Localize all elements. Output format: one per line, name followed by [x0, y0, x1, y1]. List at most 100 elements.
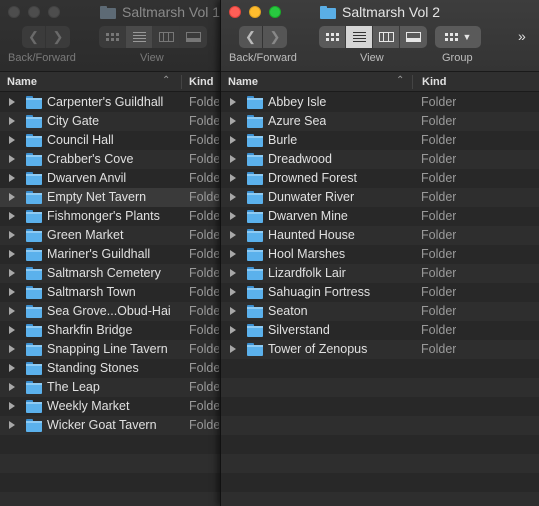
list-view-button[interactable] — [346, 26, 373, 48]
gallery-view-button[interactable] — [400, 26, 427, 48]
icon-view-button[interactable] — [319, 26, 346, 48]
disclosure-triangle-icon[interactable] — [230, 288, 236, 296]
disclosure-triangle-icon[interactable] — [230, 98, 236, 106]
list-item[interactable]: Drowned Forest Folder — [221, 169, 539, 188]
disclosure-triangle-icon[interactable] — [230, 193, 236, 201]
list-item[interactable]: Haunted House Folder — [221, 226, 539, 245]
name-column-header[interactable]: Name — [228, 76, 258, 88]
column-view-button[interactable] — [373, 26, 400, 48]
column-divider[interactable] — [412, 75, 413, 89]
disclosure-triangle-icon[interactable] — [9, 402, 15, 410]
disclosure-triangle-icon[interactable] — [9, 307, 15, 315]
list-item[interactable]: Hool Marshes Folder — [221, 245, 539, 264]
kind-column-header[interactable]: Kind — [422, 76, 446, 88]
back-button[interactable]: ❮ — [22, 26, 46, 48]
disclosure-triangle-icon[interactable] — [9, 345, 15, 353]
close-button[interactable] — [8, 6, 20, 18]
disclosure-triangle-icon[interactable] — [9, 288, 15, 296]
forward-button[interactable]: ❯ — [46, 26, 70, 48]
list-item[interactable]: Seaton Folder — [221, 302, 539, 321]
minimize-button[interactable] — [249, 6, 261, 18]
list-item[interactable]: Sahuagin Fortress Folder — [221, 283, 539, 302]
disclosure-triangle-icon[interactable] — [9, 193, 15, 201]
list-item[interactable]: Green Market Folder — [0, 226, 222, 245]
disclosure-triangle-icon[interactable] — [230, 212, 236, 220]
disclosure-triangle-icon[interactable] — [9, 250, 15, 258]
minimize-button[interactable] — [28, 6, 40, 18]
group-by-button[interactable]: ▼ — [435, 26, 481, 48]
list-item[interactable]: Snapping Line Tavern Folder — [0, 340, 222, 359]
disclosure-triangle-icon[interactable] — [230, 250, 236, 258]
toolbar-overflow-button[interactable]: » — [518, 28, 526, 44]
disclosure-triangle-icon[interactable] — [9, 212, 15, 220]
disclosure-triangle-icon[interactable] — [9, 98, 15, 106]
list-item[interactable]: Weekly Market Folder — [0, 397, 222, 416]
zoom-button[interactable] — [48, 6, 60, 18]
item-name: Lizardfolk Lair — [268, 266, 346, 280]
back-button[interactable]: ❮ — [239, 26, 263, 48]
forward-button[interactable]: ❯ — [263, 26, 287, 48]
list-item[interactable]: Dunwater River Folder — [221, 188, 539, 207]
list-item[interactable]: Dwarven Mine Folder — [221, 207, 539, 226]
item-name: The Leap — [47, 380, 100, 394]
disclosure-triangle-icon[interactable] — [9, 155, 15, 163]
list-item[interactable]: Saltmarsh Town Folder — [0, 283, 222, 302]
list-item[interactable]: Burle Folder — [221, 131, 539, 150]
list-item[interactable]: Council Hall Folder — [0, 131, 222, 150]
finder-window-vol1[interactable]: Saltmarsh Vol 1 ❮ ❯ Back/Forward View Na… — [0, 0, 222, 506]
column-view-button[interactable] — [153, 26, 180, 48]
disclosure-triangle-icon[interactable] — [230, 307, 236, 315]
list-item[interactable]: Mariner's Guildhall Folder — [0, 245, 222, 264]
disclosure-triangle-icon[interactable] — [9, 117, 15, 125]
list-item[interactable]: Sea Grove...Obud-Hai Folder — [0, 302, 222, 321]
list-item[interactable]: Tower of Zenopus Folder — [221, 340, 539, 359]
disclosure-triangle-icon[interactable] — [9, 383, 15, 391]
list-item[interactable]: Empty Net Tavern Folder — [0, 188, 222, 207]
disclosure-triangle-icon[interactable] — [230, 326, 236, 334]
item-name: Dunwater River — [268, 190, 355, 204]
list-item[interactable]: Dwarven Anvil Folder — [0, 169, 222, 188]
disclosure-triangle-icon[interactable] — [230, 269, 236, 277]
column-divider[interactable] — [181, 75, 182, 89]
zoom-button[interactable] — [269, 6, 281, 18]
list-item[interactable]: Wicker Goat Tavern Folder — [0, 416, 222, 435]
list-item[interactable]: Standing Stones Folder — [0, 359, 222, 378]
finder-window-vol2[interactable]: Saltmarsh Vol 2 ❮ ❯ Back/Forward View ▼ … — [220, 0, 539, 506]
disclosure-triangle-icon[interactable] — [9, 269, 15, 277]
list-item[interactable]: City Gate Folder — [0, 112, 222, 131]
disclosure-triangle-icon[interactable] — [230, 174, 236, 182]
disclosure-triangle-icon[interactable] — [230, 155, 236, 163]
disclosure-triangle-icon[interactable] — [230, 231, 236, 239]
disclosure-triangle-icon[interactable] — [9, 174, 15, 182]
list-item[interactable]: Lizardfolk Lair Folder — [221, 264, 539, 283]
disclosure-triangle-icon[interactable] — [230, 345, 236, 353]
icon-view-button[interactable] — [99, 26, 126, 48]
list-item[interactable]: Silverstand Folder — [221, 321, 539, 340]
list-view-button[interactable] — [126, 26, 153, 48]
file-list: Abbey Isle Folder Azure Sea Folder Burle Fold… — [221, 93, 539, 506]
list-item[interactable]: Dreadwood Folder — [221, 150, 539, 169]
list-item[interactable]: Carpenter's Guildhall Folder — [0, 93, 222, 112]
empty-row — [221, 473, 539, 492]
list-item[interactable]: Crabber's Cove Folder — [0, 150, 222, 169]
list-item[interactable]: The Leap Folder — [0, 378, 222, 397]
name-column-header[interactable]: Name — [7, 76, 37, 88]
item-name: Abbey Isle — [268, 95, 327, 109]
kind-column-header[interactable]: Kind — [189, 76, 213, 88]
gallery-view-button[interactable] — [180, 26, 207, 48]
disclosure-triangle-icon[interactable] — [9, 421, 15, 429]
disclosure-triangle-icon[interactable] — [9, 136, 15, 144]
list-item[interactable]: Abbey Isle Folder — [221, 93, 539, 112]
chevron-up-icon: ⌃ — [396, 75, 405, 86]
disclosure-triangle-icon[interactable] — [230, 117, 236, 125]
close-button[interactable] — [229, 6, 241, 18]
item-name: Sea Grove...Obud-Hai — [47, 304, 171, 318]
disclosure-triangle-icon[interactable] — [9, 326, 15, 334]
list-item[interactable]: Azure Sea Folder — [221, 112, 539, 131]
disclosure-triangle-icon[interactable] — [9, 364, 15, 372]
list-item[interactable]: Sharkfin Bridge Folder — [0, 321, 222, 340]
list-item[interactable]: Saltmarsh Cemetery Folder — [0, 264, 222, 283]
disclosure-triangle-icon[interactable] — [230, 136, 236, 144]
list-item[interactable]: Fishmonger's Plants Folder — [0, 207, 222, 226]
disclosure-triangle-icon[interactable] — [9, 231, 15, 239]
